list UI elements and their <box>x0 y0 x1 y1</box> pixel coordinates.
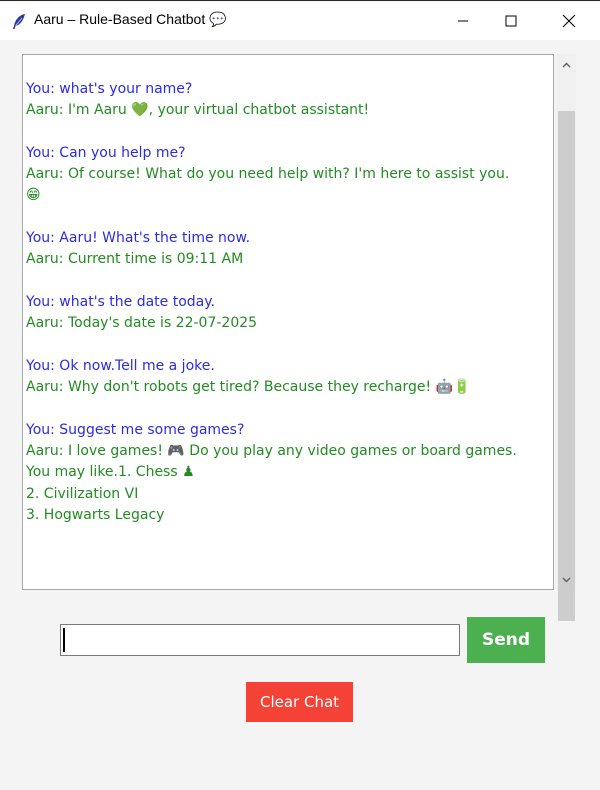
user-message: You: Can you help me? <box>26 144 186 161</box>
user-message: You: what's your name? <box>26 81 193 97</box>
bot-message: You may like.1. Chess ♟ <box>26 464 195 481</box>
chat-spacer <box>26 122 551 143</box>
chat-spacer <box>26 207 551 228</box>
bot-message: Aaru: Today's date is 22-07-2025 <box>26 315 258 332</box>
bot-message: 😁 <box>26 187 41 204</box>
bot-message: Aaru: Current time is 09:11 AM <box>26 251 244 268</box>
maximize-icon <box>505 15 517 27</box>
bot-message: 2. Civilization VI <box>26 485 139 502</box>
user-message: You: Aaru! What's the time now. <box>26 230 251 247</box>
minimize-button[interactable] <box>440 2 486 40</box>
chat-log-area[interactable]: You: what's your name? Aaru: I'm Aaru 💚, … <box>22 54 554 590</box>
text-caret <box>63 628 65 652</box>
user-message: You: what's the date today. <box>26 293 215 310</box>
chat-log: You: what's your name? Aaru: I'm Aaru 💚, … <box>26 79 551 526</box>
bot-message: Aaru: I'm Aaru 💚, your virtual chatbot a… <box>26 102 370 119</box>
message-input[interactable] <box>60 624 460 656</box>
close-icon <box>562 14 576 28</box>
chat-spacer <box>26 271 551 292</box>
app-window: Aaru – Rule-Based Chatbot 💬 You: what's … <box>0 0 600 790</box>
scroll-down-button[interactable] <box>556 571 576 589</box>
chevron-down-icon <box>562 577 570 583</box>
user-message: You: Ok now.Tell me a joke. <box>26 357 215 374</box>
chat-spacer <box>26 398 551 419</box>
bot-message: Aaru: Of course! What do you need help w… <box>26 166 510 183</box>
feather-icon <box>13 14 25 29</box>
title-bar[interactable]: Aaru – Rule-Based Chatbot 💬 <box>0 2 600 40</box>
bot-message: 3. Hogwarts Legacy <box>26 506 165 523</box>
send-button[interactable]: Send <box>467 617 545 663</box>
bot-message: Aaru: Why don't robots get tired? Becaus… <box>26 379 471 396</box>
minimize-icon <box>458 20 468 22</box>
scroll-up-button[interactable] <box>556 56 576 74</box>
bot-message: Aaru: I love games! 🎮 Do you play any vi… <box>26 443 517 460</box>
scrollbar-thumb[interactable] <box>558 111 575 621</box>
clear-chat-button[interactable]: Clear Chat <box>246 682 353 722</box>
chat-spacer <box>26 335 551 356</box>
user-message: You: Suggest me some games? <box>26 421 245 438</box>
window-title: Aaru – Rule-Based Chatbot 💬 <box>34 11 227 27</box>
close-button[interactable] <box>546 2 592 40</box>
chat-scrollbar[interactable] <box>556 54 576 621</box>
chevron-up-icon <box>562 62 570 68</box>
maximize-button[interactable] <box>488 2 534 40</box>
